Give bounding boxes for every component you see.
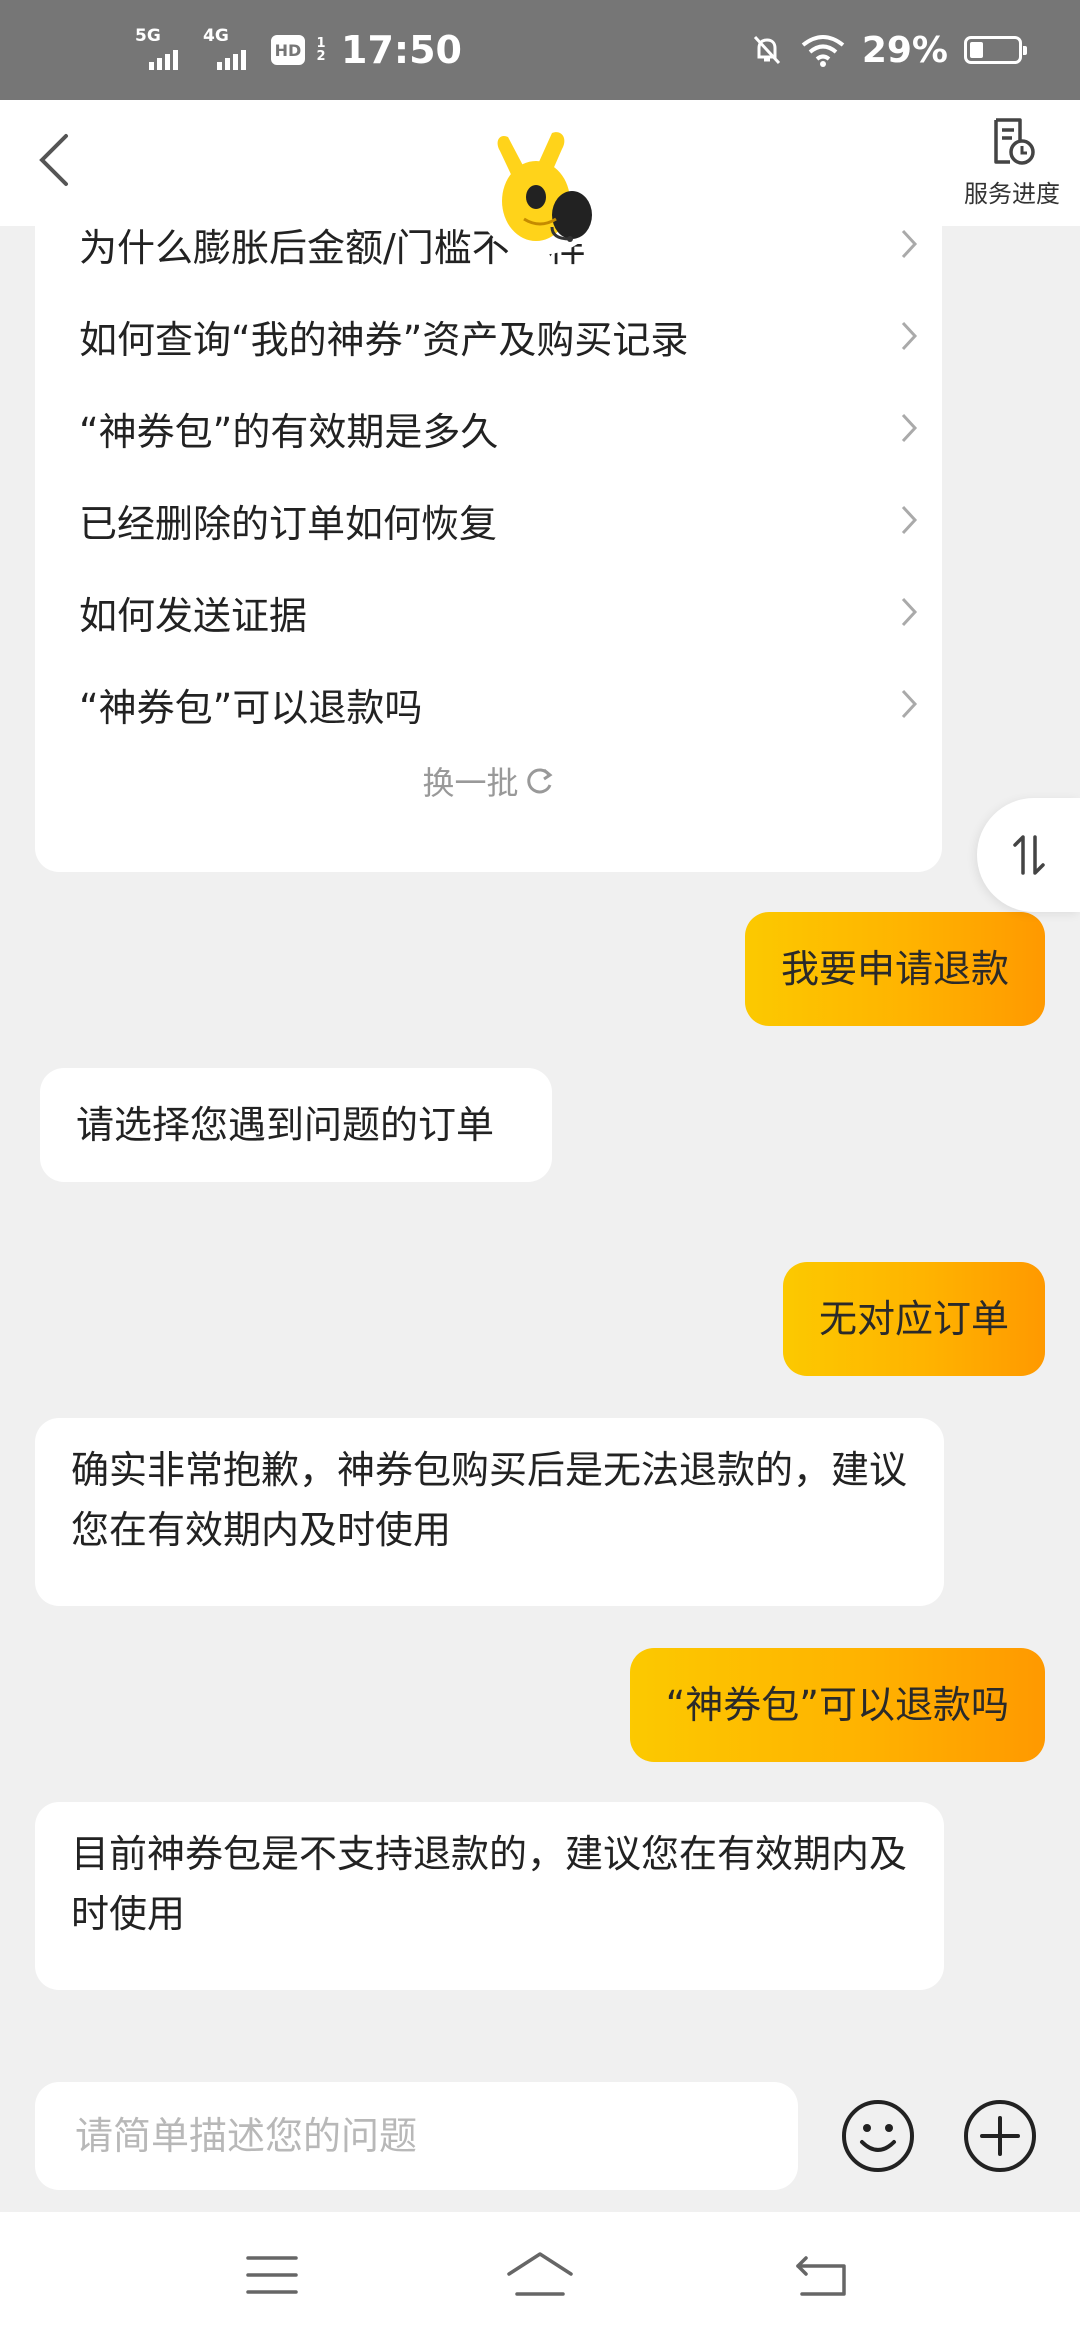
mascot-avatar-icon xyxy=(497,132,592,242)
battery-percent: 29% xyxy=(861,29,948,71)
battery-fill xyxy=(970,42,984,58)
service-progress-button[interactable]: 服务进度 xyxy=(962,116,1062,209)
faq-item[interactable]: “神券包”的有效期是多久 xyxy=(79,398,919,458)
hd-voice-icon: HD xyxy=(271,35,305,65)
return-icon[interactable] xyxy=(792,2248,852,2302)
faq-item[interactable]: 如何查询“我的神券”资产及购买记录 xyxy=(79,306,919,366)
system-nav-bar xyxy=(0,2212,1080,2340)
menu-icon[interactable] xyxy=(242,2248,302,2302)
chevron-right-icon xyxy=(901,597,918,627)
bot-message: 请选择您遇到问题的订单 xyxy=(40,1068,552,1182)
user-message: “神券包”可以退款吗 xyxy=(629,1648,1045,1762)
faq-item-label: 如何查询“我的神券”资产及购买记录 xyxy=(79,317,689,362)
user-message: 我要申请退款 xyxy=(744,912,1045,1026)
home-icon[interactable] xyxy=(505,2248,575,2302)
refresh-icon xyxy=(526,768,553,794)
wifi-icon xyxy=(801,35,845,67)
message-text: 确实非常抱歉，神券包购买后是无法退款的，建议您在有效期内及时使用 xyxy=(71,1448,908,1552)
input-bar xyxy=(0,2056,1080,2212)
message-text: 我要申请退款 xyxy=(780,947,1009,991)
battery-icon xyxy=(964,36,1027,64)
chevron-right-icon xyxy=(901,689,918,719)
refresh-batch-label: 换一批 xyxy=(422,764,519,802)
faq-item[interactable]: 如何发送证据 xyxy=(79,582,919,642)
status-bar: 5G 4G HD 1 2 17:50 29% xyxy=(0,0,1080,100)
faq-item-label: 如何发送证据 xyxy=(79,593,308,638)
status-left: 5G 4G HD 1 2 17:50 xyxy=(135,24,462,76)
emoji-icon[interactable] xyxy=(840,2098,916,2174)
bot-message: 目前神券包是不支持退款的，建议您在有效期内及时使用 xyxy=(35,1802,944,1990)
faq-card: 为什么膨胀后金额/门槛不一样 如何查询“我的神券”资产及购买记录 “神券包”的有… xyxy=(35,226,942,872)
status-right: 29% xyxy=(750,24,1027,76)
user-message: 无对应订单 xyxy=(782,1262,1045,1376)
plus-icon[interactable] xyxy=(962,2098,1038,2174)
back-arrow-icon[interactable] xyxy=(30,130,80,190)
clock: 17:50 xyxy=(341,28,462,72)
service-progress-icon xyxy=(994,118,1035,165)
chat-header: 服务进度 xyxy=(0,100,1080,255)
signal-5g-icon: 5G xyxy=(135,28,193,72)
service-progress-label: 服务进度 xyxy=(964,180,1060,208)
refresh-batch-button[interactable]: 换一批 xyxy=(35,758,942,804)
faq-item-label: “神券包”的有效期是多久 xyxy=(79,409,499,454)
mute-bell-icon xyxy=(753,35,780,65)
network-type-1: 5G xyxy=(135,26,161,46)
chevron-right-icon xyxy=(901,229,918,259)
chevron-right-icon xyxy=(901,321,918,351)
message-text: “神券包”可以退款吗 xyxy=(665,1683,1009,1727)
faq-item[interactable]: “神券包”可以退款吗 xyxy=(79,674,919,734)
chevron-right-icon xyxy=(901,505,918,535)
faq-item-label: “神券包”可以退款吗 xyxy=(79,685,423,730)
swap-sort-icon xyxy=(1012,835,1045,875)
network-type-2: 4G xyxy=(203,26,229,46)
swap-sort-button[interactable] xyxy=(977,798,1080,912)
bot-message: 确实非常抱歉，神券包购买后是无法退款的，建议您在有效期内及时使用 xyxy=(35,1418,944,1606)
mascot-avatar xyxy=(470,115,610,255)
message-text: 无对应订单 xyxy=(818,1297,1009,1341)
faq-item-label: 已经删除的订单如何恢复 xyxy=(79,501,498,546)
message-input[interactable] xyxy=(35,2082,798,2190)
faq-item[interactable]: 已经删除的订单如何恢复 xyxy=(79,490,919,550)
message-text: 请选择您遇到问题的订单 xyxy=(76,1103,495,1147)
hd-voice-slot: 1 2 xyxy=(316,36,326,64)
chat-scroll-area[interactable]: 为什么膨胀后金额/门槛不一样 如何查询“我的神券”资产及购买记录 “神券包”的有… xyxy=(0,226,1080,2056)
signal-4g-icon: 4G xyxy=(203,28,261,72)
chevron-right-icon xyxy=(901,413,918,443)
message-text: 目前神券包是不支持退款的，建议您在有效期内及时使用 xyxy=(71,1832,908,1936)
